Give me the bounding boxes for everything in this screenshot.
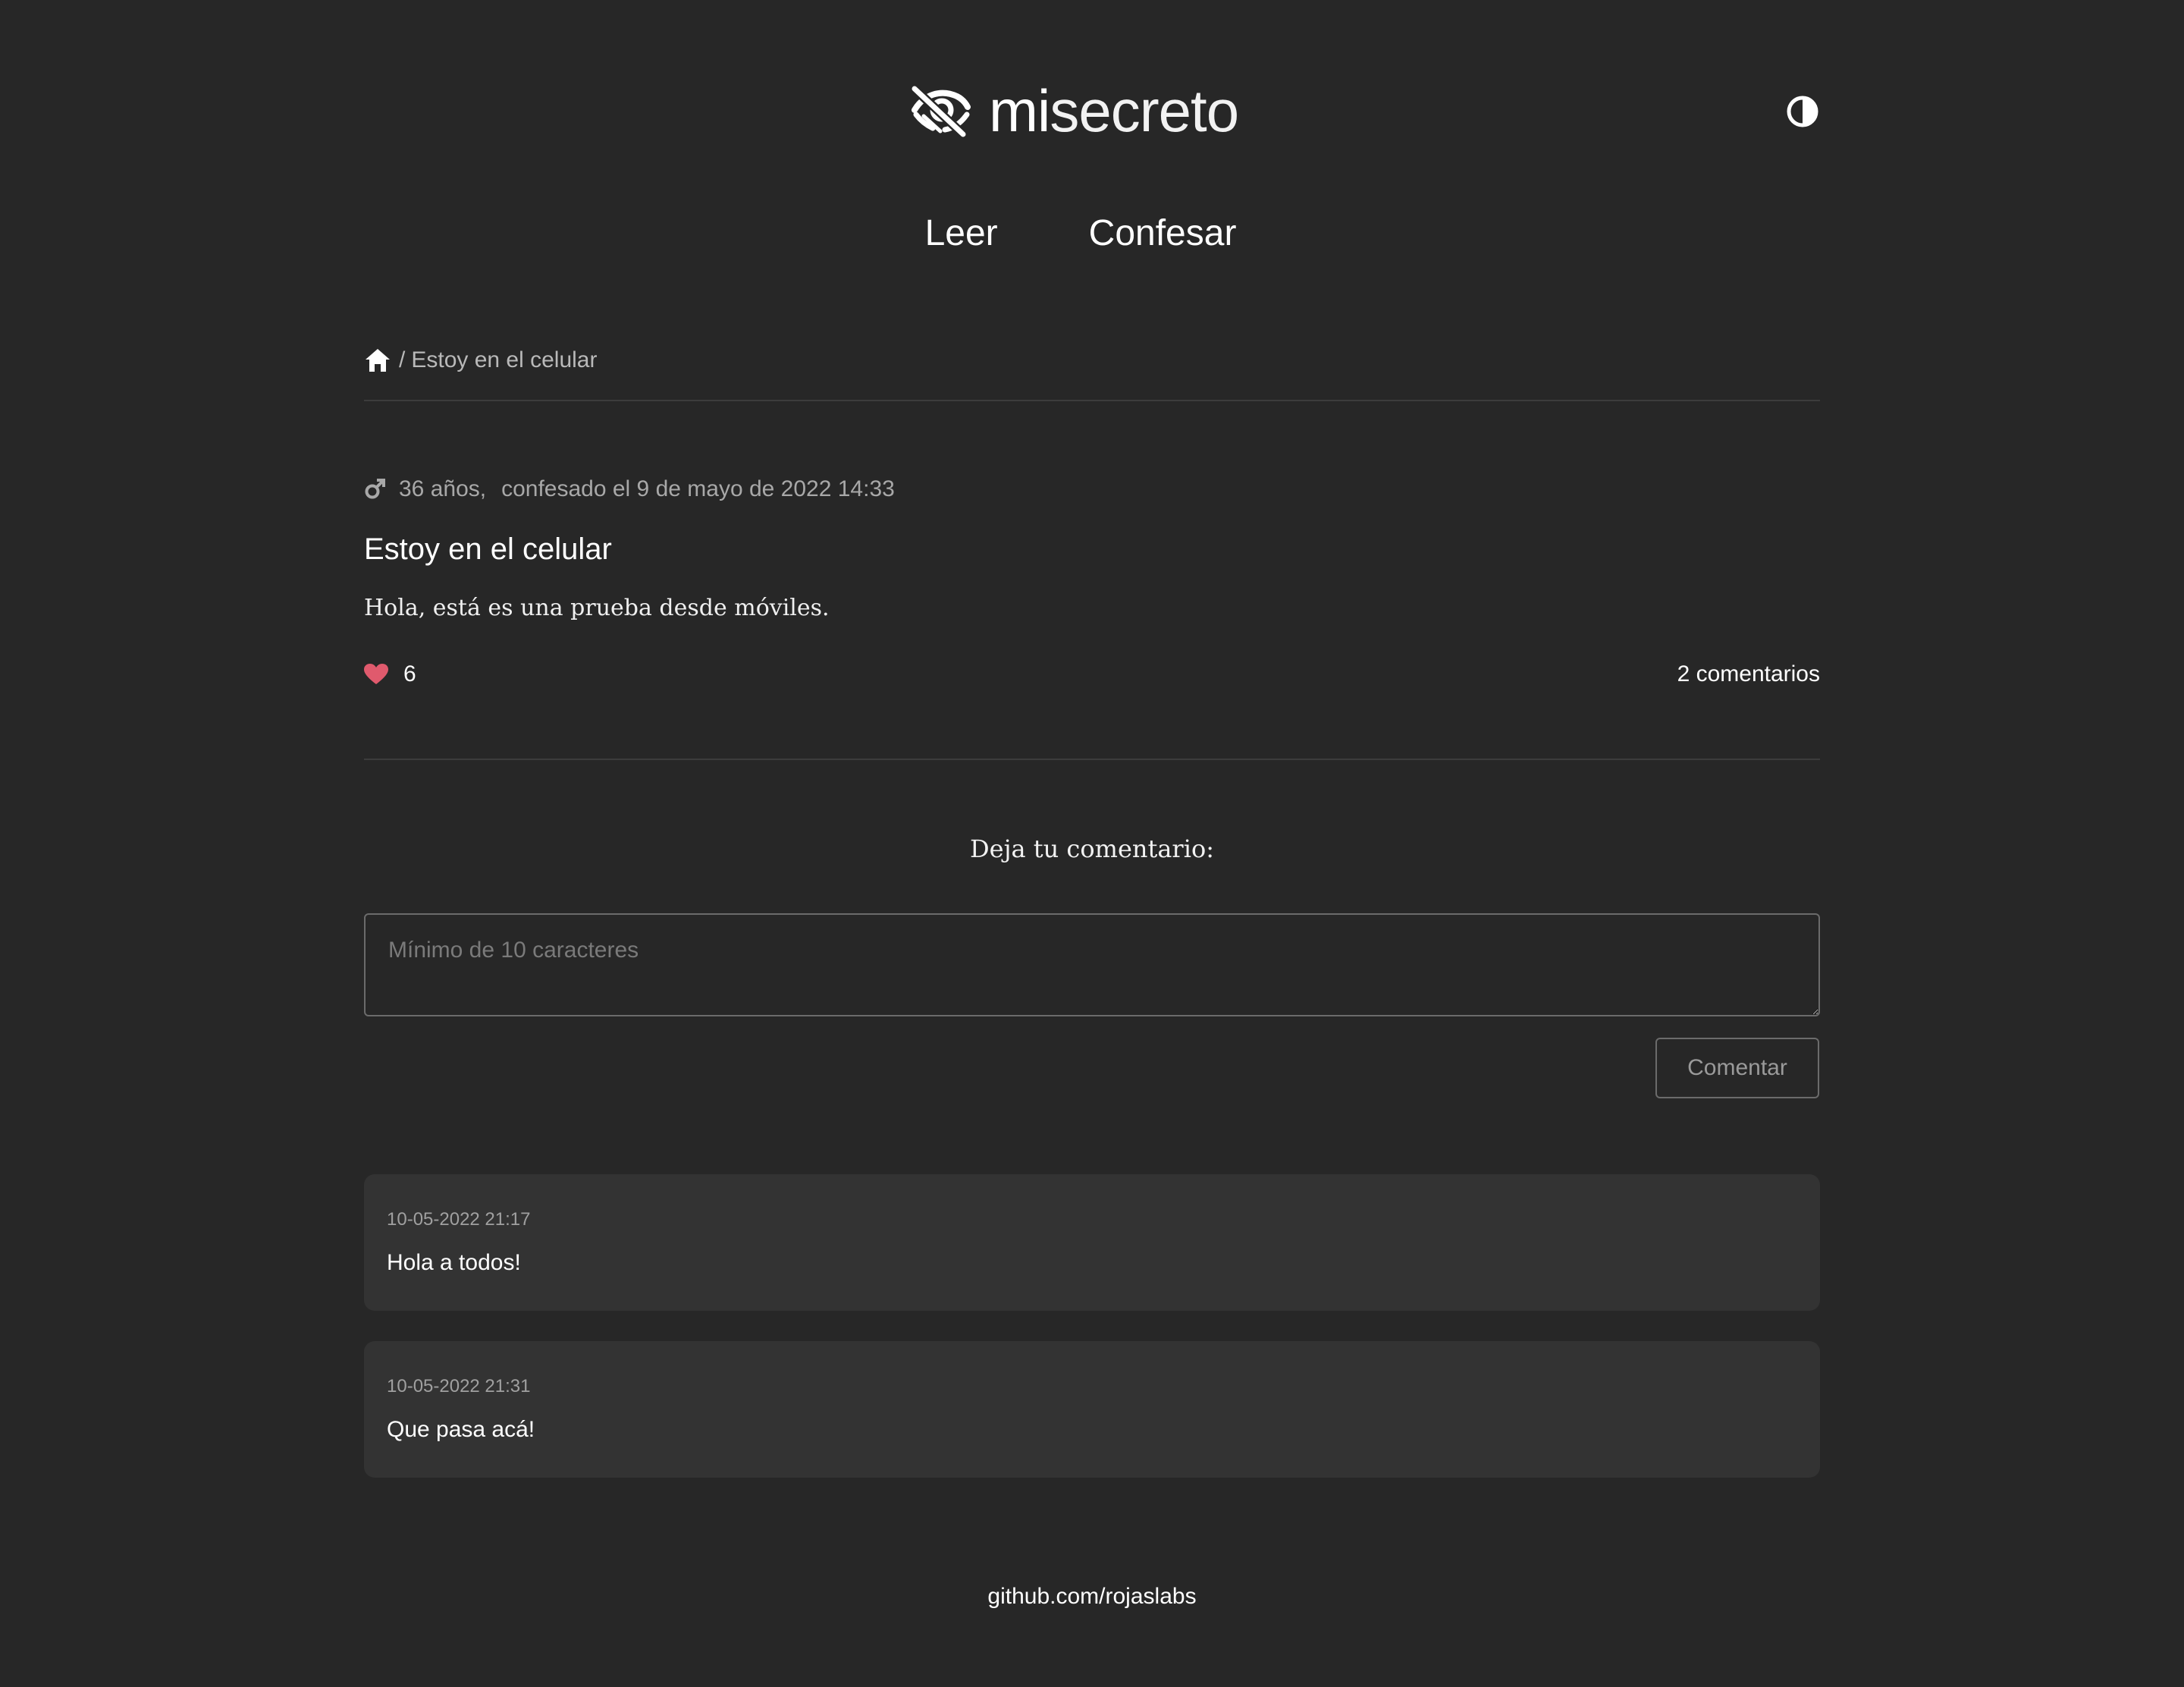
comments-count-link[interactable]: 2 comentarios: [1677, 661, 1820, 687]
post-age: 36 años,: [399, 476, 487, 501]
breadcrumb-separator: /: [399, 347, 406, 372]
half-circle-contrast-icon[interactable]: [1787, 96, 1818, 127]
site-logo[interactable]: misecreto: [910, 73, 1239, 149]
main-nav: Leer Confesar: [0, 212, 2184, 254]
footer: github.com/rojaslabs: [0, 1584, 2184, 1610]
comment-submit-button[interactable]: Comentar: [1655, 1038, 1819, 1098]
likes-count: 6: [403, 661, 416, 686]
post-date: confesado el 9 de mayo de 2022 14:33: [501, 476, 895, 501]
comment-card: 10-05-2022 21:17 Hola a todos!: [364, 1174, 1820, 1311]
heart-icon: [364, 664, 388, 684]
comment-date: 10-05-2022 21:17: [387, 1209, 531, 1230]
comment-text: Hola a todos!: [387, 1250, 521, 1275]
footer-github-link[interactable]: github.com/rojaslabs: [987, 1584, 1196, 1609]
breadcrumb-divider: [364, 400, 1820, 401]
site-name-mi: mi: [989, 77, 1050, 144]
post-divider: [364, 759, 1820, 760]
eye-slash-icon: [910, 84, 971, 137]
comment-card: 10-05-2022 21:31 Que pasa acá!: [364, 1341, 1820, 1478]
nav-confesar[interactable]: Confesar: [1089, 212, 1237, 254]
comment-date: 10-05-2022 21:31: [387, 1376, 531, 1396]
site-name: misecreto: [989, 81, 1239, 140]
breadcrumb: / Estoy en el celular: [364, 347, 597, 373]
breadcrumb-current: Estoy en el celular: [411, 347, 598, 372]
comment-input[interactable]: [364, 913, 1820, 1016]
nav-leer[interactable]: Leer: [925, 212, 998, 254]
post-meta: 36 años, confesado el 9 de mayo de 2022 …: [364, 476, 895, 502]
site-name-secreto: secreto: [1050, 77, 1239, 144]
post-title: Estoy en el celular: [364, 532, 612, 566]
home-icon[interactable]: [364, 347, 391, 373]
comment-form-title: Deja tu comentario:: [970, 834, 1214, 863]
comment-text: Que pasa acá!: [387, 1417, 535, 1442]
male-icon: [365, 479, 385, 499]
post-body: Hola, está es una prueba desde móviles.: [364, 595, 830, 621]
like-button[interactable]: 6: [364, 661, 416, 687]
